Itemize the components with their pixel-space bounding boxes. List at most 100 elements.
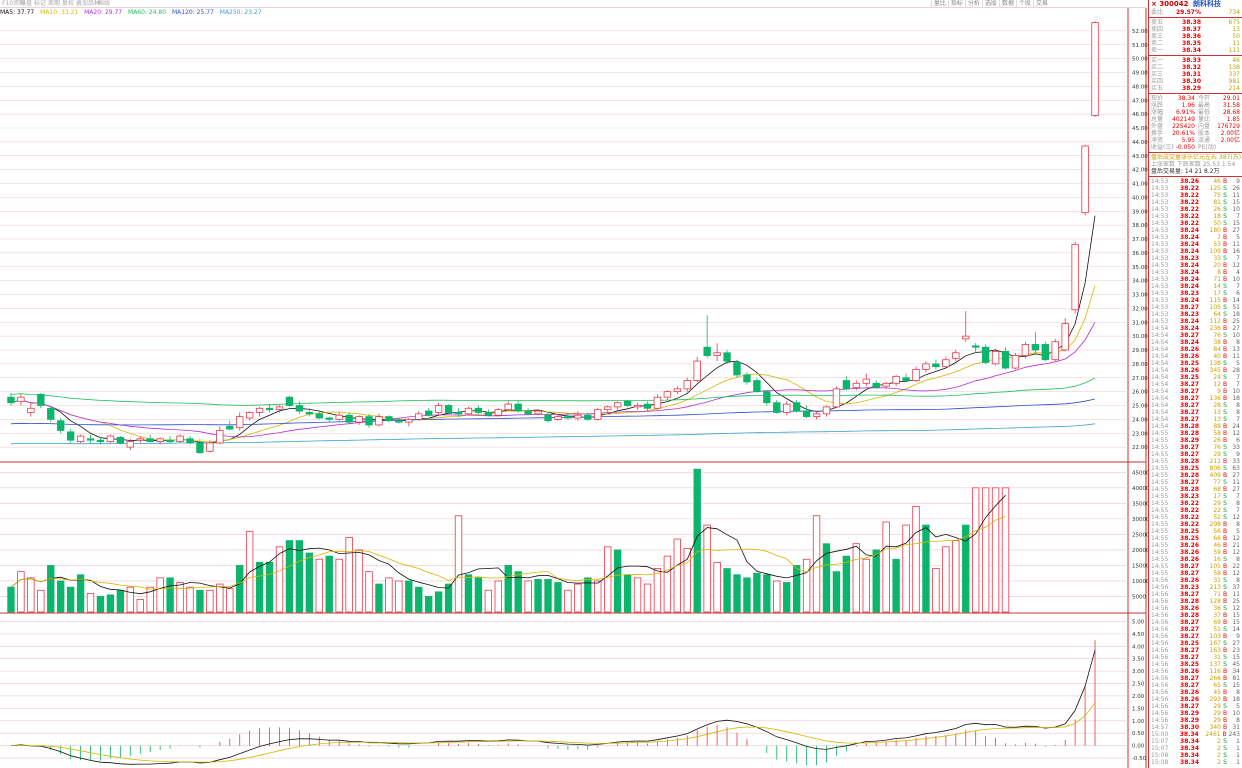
stat-value: 176729	[1217, 123, 1240, 130]
stat-value: 28.68	[1222, 109, 1240, 116]
tick-row: 14:55 38.22 29 S 8	[1149, 500, 1242, 507]
tick-volume: 26	[1213, 437, 1221, 444]
candle	[832, 388, 841, 408]
indicator-tick-label: 1.50	[1132, 706, 1145, 712]
volume-bar	[743, 577, 751, 613]
bid-list: 买一 38.33 46 买二 38.32 138 买三 38.31 337 买四 38.30 981 买…	[1149, 57, 1242, 92]
tick-price: 38.27	[1180, 332, 1199, 339]
weibi-row: 委比 29.57% 734	[1149, 9, 1242, 16]
tick-row: 14:55 38.28 409 B 27	[1149, 472, 1242, 479]
tick-time: 15:00	[1151, 731, 1169, 738]
tick-price: 38.23	[1180, 311, 1199, 318]
tick-count: 15	[1232, 220, 1240, 227]
candle	[604, 406, 612, 411]
tick-row: 14:53 38.24 14 S 7	[1149, 283, 1242, 290]
tick-count: 15	[1232, 682, 1240, 689]
volume-bar	[753, 572, 761, 613]
tick-volume: 29	[1213, 717, 1221, 724]
tick-direction: B	[1222, 542, 1228, 549]
tick-price: 38.24	[1180, 325, 1199, 332]
tick-row: 14:54 38.27 136 B 18	[1149, 395, 1242, 402]
tick-price: 38.26	[1180, 549, 1199, 556]
tick-direction: B	[1222, 234, 1228, 241]
tick-row: 15:07 38.34 2 S 1	[1149, 745, 1242, 752]
tick-row: 14:53 38.22 81 S 15	[1149, 199, 1242, 206]
tick-count: 5	[1236, 360, 1240, 367]
tick-direction: S	[1223, 745, 1227, 752]
tick-volume: 26	[1213, 206, 1221, 213]
candle	[345, 414, 353, 423]
chart-canvas[interactable]: 22.00 23.00 24.00 25.00 26.00 27.00 28.00 29.00…	[0, 0, 1148, 768]
tick-price: 38.24	[1180, 297, 1199, 304]
candle	[1091, 22, 1099, 116]
tick-price: 38.34	[1180, 752, 1199, 759]
volume-bar	[305, 552, 314, 613]
volume-bar	[822, 543, 831, 613]
ask-price: 38.37	[1182, 26, 1201, 33]
tick-volume: 180	[1209, 227, 1221, 234]
stats-list: 现价 38.34 今开 29.01 涨跌 1.96 最高 31.58 涨幅 6.91% 最低 28.6…	[1149, 95, 1242, 151]
tick-price: 38.27	[1180, 304, 1199, 311]
tick-volume: 68	[1213, 486, 1221, 493]
tick-price: 38.22	[1180, 220, 1199, 227]
tick-volume: 40	[1213, 353, 1221, 360]
volume-bar	[574, 583, 582, 613]
tick-price: 38.25	[1180, 535, 1199, 542]
tick-time: 14:56	[1151, 661, 1169, 668]
tick-volume: 81	[1213, 199, 1221, 206]
tick-price: 38.28	[1180, 612, 1199, 619]
tick-volume: 2	[1217, 759, 1221, 766]
tick-volume: 409	[1209, 472, 1221, 479]
tick-volume: 17	[1213, 290, 1221, 297]
tick-price: 38.22	[1180, 185, 1199, 192]
stat-label: 股本	[1198, 130, 1211, 137]
ask-label: 卖二	[1151, 40, 1164, 47]
bid-volume: 337	[1228, 71, 1240, 78]
tick-row: 14:54 38.24 38 B 8	[1149, 339, 1242, 346]
tick-list[interactable]: 14:53 38.26 46 B 9 14:53 38.22 125 S 26 14:53 38.22…	[1149, 178, 1242, 766]
tick-direction: S	[1223, 192, 1227, 199]
candle	[504, 403, 512, 411]
tick-direction: S	[1223, 507, 1227, 514]
tick-count: 13	[1232, 346, 1240, 353]
price-tick-label: 22.00	[1132, 445, 1148, 451]
tick-time: 14:55	[1151, 556, 1169, 563]
tick-volume: 12	[1213, 381, 1221, 388]
tick-volume: 46	[1213, 178, 1221, 185]
stat-value: 402149	[1172, 116, 1195, 123]
tick-time: 14:53	[1151, 178, 1169, 185]
tick-count: 8	[1236, 556, 1240, 563]
tick-volume: 77	[1213, 479, 1221, 486]
tick-time: 14:55	[1151, 486, 1169, 493]
candle	[514, 403, 522, 412]
stat-value: 2.00亿	[1220, 130, 1240, 137]
tick-direction: B	[1222, 696, 1228, 703]
tick-volume: 806	[1209, 465, 1221, 472]
tick-row: 14:53 38.23 33 S 7	[1149, 255, 1242, 262]
price-tick-label: 31.00	[1132, 320, 1148, 326]
candle	[106, 435, 115, 442]
tick-count: 22	[1232, 563, 1240, 570]
tick-direction: S	[1223, 605, 1227, 612]
volume-bar	[792, 565, 801, 613]
tick-price: 38.24	[1180, 276, 1199, 283]
tick-direction: B	[1222, 717, 1228, 724]
volume-bar	[255, 561, 264, 613]
candle	[544, 414, 552, 422]
tick-direction: B	[1222, 227, 1228, 234]
tick-direction: B	[1222, 430, 1228, 437]
tick-time: 14:56	[1151, 626, 1169, 633]
volume-bar	[265, 561, 274, 613]
volume-bar	[544, 579, 552, 613]
bid-row: 买五 38.29 214	[1149, 85, 1242, 92]
tick-direction: S	[1223, 304, 1227, 311]
tick-row: 14:53 38.23 64 S 18	[1149, 311, 1242, 318]
bid-row: 买四 38.30 981	[1149, 78, 1242, 85]
tick-time: 14:54	[1151, 325, 1169, 332]
bid-volume: 214	[1228, 85, 1240, 92]
tick-count: 8	[1236, 521, 1240, 528]
candle	[663, 391, 672, 398]
close-icon[interactable]: ×	[1151, 0, 1157, 8]
tick-row: 14:55 38.29 26 B 6	[1149, 437, 1242, 444]
tick-price: 38.27	[1180, 682, 1199, 689]
